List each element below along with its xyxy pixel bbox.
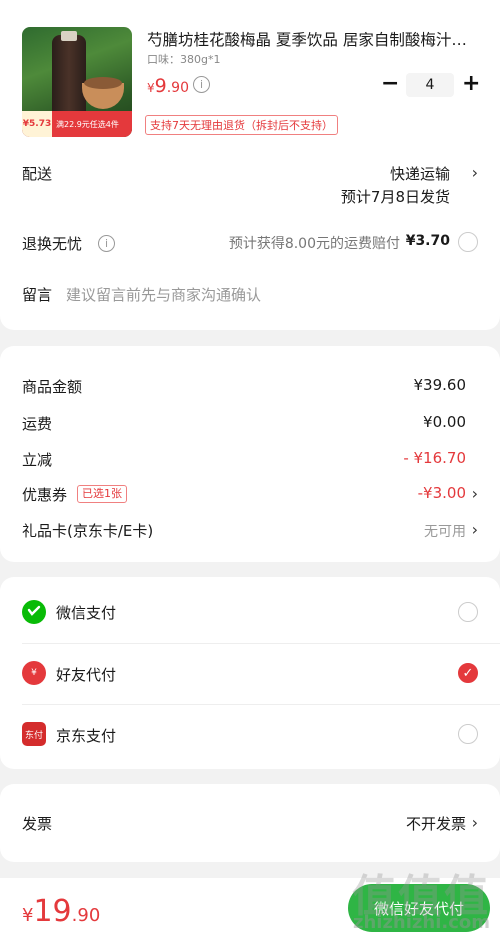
jd-pay-icon-text: 东付: [24, 730, 43, 741]
price-symbol: ¥: [147, 81, 155, 95]
bowl-illustration: [82, 77, 124, 109]
divider: [22, 643, 500, 644]
return-insurance-label: 退换无忧: [22, 235, 83, 253]
wechat-pay-radio[interactable]: [458, 602, 478, 622]
giftcard-chevron-icon[interactable]: ›: [472, 520, 478, 539]
return-insurance-price: ¥3.70: [405, 233, 450, 249]
coupon-selected-badge: 已选1张: [77, 485, 127, 503]
coupon-value[interactable]: -¥3.00: [418, 484, 466, 502]
wechat-pay-label[interactable]: 微信支付: [56, 602, 116, 623]
total-decimal: .90: [71, 905, 101, 926]
goods-amount-value: ¥39.60: [413, 376, 467, 394]
delivery-chevron-icon[interactable]: ›: [472, 163, 478, 182]
friend-pay-icon: ¥: [22, 661, 46, 685]
quantity-minus-button[interactable]: −: [381, 73, 399, 95]
return-insurance-info-icon[interactable]: i: [98, 235, 115, 252]
delivery-label: 配送: [22, 165, 53, 183]
invoice-chevron-icon[interactable]: ›: [472, 813, 478, 832]
jd-pay-label[interactable]: 京东支付: [56, 725, 116, 746]
product-thumbnail[interactable]: ¥5.73 满22.9元任选4件: [22, 27, 132, 137]
shipping-label: 运费: [22, 415, 53, 433]
product-spec: 口味：380g*1: [147, 53, 221, 66]
discount-label: 立减: [22, 451, 53, 469]
message-input[interactable]: 建议留言前先与商家沟通确认: [66, 284, 261, 305]
quantity-plus-button[interactable]: +: [462, 73, 480, 95]
invoice-value[interactable]: 不开发票: [406, 813, 466, 834]
jd-pay-radio[interactable]: [458, 724, 478, 744]
product-price: ¥9.90: [147, 75, 189, 97]
friend-pay-label[interactable]: 好友代付: [56, 664, 116, 685]
coupon-label: 优惠券: [22, 486, 68, 504]
total-price: ¥19.90: [22, 894, 100, 929]
wechat-pay-icon: [22, 600, 46, 624]
heart-coin-icon: ¥: [31, 668, 37, 678]
quantity-input[interactable]: 4: [406, 73, 454, 97]
total-symbol: ¥: [22, 905, 34, 926]
total-integer: 19: [33, 894, 72, 929]
return-policy-tag: 支持7天无理由退货（拆封后不支持）: [145, 115, 338, 135]
thumbnail-promo-text: 满22.9元任选4件: [56, 119, 119, 129]
divider: [22, 704, 500, 705]
delivery-eta: 预计7月8日发货: [340, 188, 450, 206]
message-label: 留言: [22, 286, 53, 304]
thumbnail-promo-badge: ¥5.73 满22.9元任选4件: [22, 111, 132, 137]
giftcard-value[interactable]: 无可用: [424, 521, 466, 541]
price-decimal: .90: [166, 80, 189, 96]
product-title[interactable]: 芍膳坊桂花酸梅晶 夏季饮品 居家自制酸梅汁…: [147, 28, 482, 50]
return-insurance-desc: 预计获得8.00元的运费赔付: [228, 236, 400, 252]
giftcard-label: 礼品卡(京东卡/E卡): [22, 522, 154, 540]
jd-pay-icon: 东付: [22, 722, 46, 746]
price-info-icon[interactable]: i: [193, 76, 210, 93]
friend-pay-radio[interactable]: ✓: [458, 663, 478, 683]
coupon-chevron-icon[interactable]: ›: [472, 484, 478, 503]
delivery-method[interactable]: 快递运输: [390, 163, 450, 184]
thumbnail-price: ¥5.73: [22, 111, 52, 137]
shipping-value: ¥0.00: [423, 413, 466, 431]
invoice-label: 发票: [22, 815, 53, 833]
discount-value: - ¥16.70: [403, 449, 466, 467]
goods-amount-label: 商品金额: [22, 378, 83, 396]
return-insurance-radio[interactable]: [458, 232, 478, 252]
price-integer: 9: [154, 75, 167, 97]
chat-bubble-icon: [27, 605, 41, 616]
watermark-url: zhizhizhi.com: [352, 912, 490, 933]
